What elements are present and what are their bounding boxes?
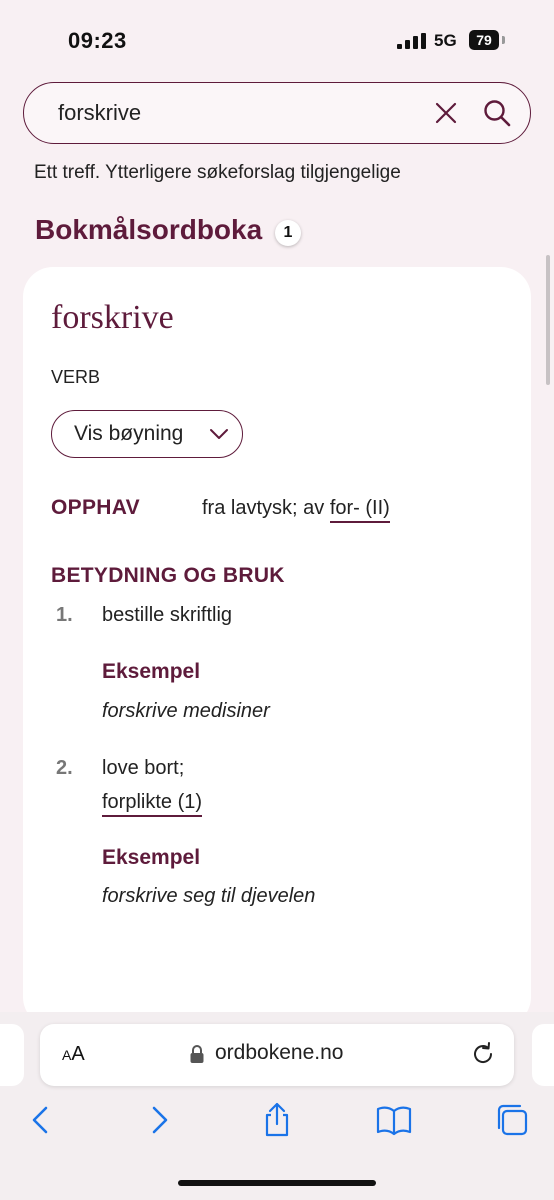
network-label: 5G [434, 31, 457, 50]
origin-text-plain: fra lavtysk; av [202, 497, 330, 519]
definition-number: 1. [56, 604, 73, 626]
inflection-button-label: Vis bøyning [74, 422, 184, 445]
url-text: ordbokene.no [215, 1041, 344, 1064]
address-bar[interactable]: AA ordbokene.no [40, 1024, 514, 1086]
search-input[interactable] [58, 99, 418, 127]
chevron-down-icon [210, 429, 228, 439]
next-tab-stub[interactable] [532, 1024, 554, 1086]
aa-large: A [71, 1043, 85, 1065]
status-bar: 09:23 5G 79 [0, 0, 554, 84]
status-time: 09:23 [68, 28, 127, 53]
entry-card: forskrive VERB Vis bøyning OPPHAV fra la… [23, 267, 531, 1027]
battery-nub [502, 36, 505, 44]
result-info: Ett treff. Ytterligere søkeforslag tilgj… [34, 162, 401, 183]
show-inflection-button[interactable]: Vis bøyning [51, 410, 243, 458]
origin-text: fra lavtysk; av for- (II) [202, 497, 390, 523]
definition-text: bestille skriftlig [102, 604, 233, 626]
part-of-speech: VERB [51, 367, 101, 387]
meaning-label: BETYDNING OG BRUK [51, 564, 285, 587]
origin-label: OPPHAV [51, 496, 140, 519]
clear-icon[interactable] [434, 101, 458, 125]
origin-link[interactable]: for- (II) [329, 497, 390, 523]
definition-link-wrap: forplikte (1) [102, 791, 203, 817]
back-icon[interactable] [22, 1102, 58, 1138]
previous-tab-stub[interactable] [0, 1024, 24, 1086]
definition-link[interactable]: forplikte (1) [102, 791, 203, 817]
share-icon[interactable] [259, 1102, 295, 1138]
battery-icon: 79 [469, 30, 499, 50]
bookmarks-icon[interactable] [376, 1102, 412, 1138]
search-box [23, 82, 531, 144]
dictionary-title[interactable]: Bokmålsordboka [35, 214, 262, 246]
example-text: forskrive medisiner [102, 700, 270, 722]
example-label: Eksempel [102, 846, 201, 869]
headword: forskrive [51, 299, 174, 336]
search-icon[interactable] [482, 98, 512, 128]
aa-small: A [62, 1047, 72, 1063]
reload-icon[interactable] [470, 1041, 496, 1067]
scroll-indicator [546, 255, 550, 385]
home-indicator [178, 1180, 376, 1186]
lock-icon [190, 1045, 204, 1063]
definition-number: 2. [56, 757, 73, 779]
result-count-badge: 1 [275, 220, 301, 246]
example-text: forskrive seg til djevelen [102, 885, 316, 907]
forward-icon[interactable] [142, 1102, 178, 1138]
example-label: Eksempel [102, 660, 201, 683]
definition-text: love bort; [102, 757, 185, 779]
text-size-button[interactable]: AA [62, 1043, 85, 1066]
tabs-icon[interactable] [494, 1102, 530, 1138]
signal-icon [397, 33, 426, 49]
